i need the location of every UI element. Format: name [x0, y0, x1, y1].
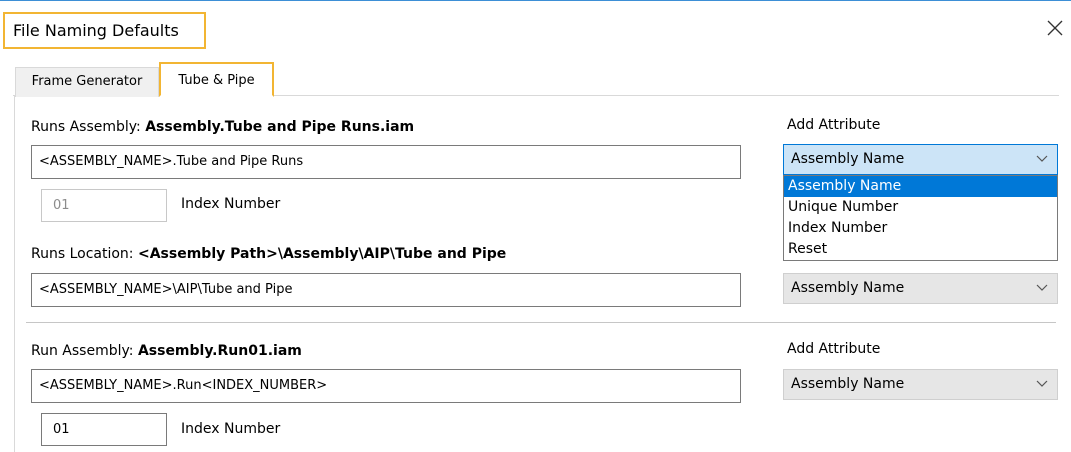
- run-assembly-preview: Assembly.Run01.iam: [137, 343, 302, 359]
- tab-panel-border: [14, 96, 15, 452]
- run-assembly-attribute-value: Assembly Name: [791, 376, 905, 392]
- runs-assembly-index-label: Index Number: [181, 196, 281, 212]
- runs-assembly-index-input[interactable]: 01: [41, 189, 167, 222]
- dropdown-option-unique-number[interactable]: Unique Number: [784, 197, 1057, 218]
- runs-location-preview: <Assembly Path>\Assembly\AIP\Tube and Pi…: [137, 246, 507, 262]
- runs-assembly-attribute-value: Assembly Name: [791, 151, 905, 167]
- runs-assembly-template-input[interactable]: <ASSEMBLY_NAME>.Tube and Pipe Runs: [31, 145, 741, 179]
- runs-assembly-label: Runs Assembly:: [31, 119, 141, 135]
- run-assembly-template-input[interactable]: <ASSEMBLY_NAME>.Run<INDEX_NUMBER>: [31, 369, 741, 403]
- runs-location-attribute-select[interactable]: Assembly Name: [783, 273, 1058, 304]
- run-assembly-attribute-select[interactable]: Assembly Name: [783, 369, 1058, 400]
- run-assembly-label: Run Assembly:: [31, 343, 134, 359]
- runs-assembly-attribute-select[interactable]: Assembly Name: [783, 144, 1058, 175]
- run-assembly-heading: Run Assembly: Assembly.Run01.iam: [31, 343, 302, 359]
- runs-location-label: Runs Location:: [31, 246, 134, 262]
- dialog-title: File Naming Defaults: [3, 12, 206, 49]
- runs-location-template-input[interactable]: <ASSEMBLY_NAME>\AIP\Tube and Pipe: [31, 273, 741, 307]
- run-assembly-index-label: Index Number: [181, 421, 281, 437]
- runs-location-heading: Runs Location: <Assembly Path>\Assembly\…: [31, 246, 506, 262]
- runs-assembly-heading: Runs Assembly: Assembly.Tube and Pipe Ru…: [31, 119, 414, 135]
- section-separator: [26, 322, 1056, 323]
- attribute-dropdown-list: Assembly Name Unique Number Index Number…: [783, 175, 1058, 261]
- runs-assembly-add-attribute-label: Add Attribute: [787, 117, 881, 133]
- window-top-border: [0, 0, 1071, 1]
- tab-frame-generator[interactable]: Frame Generator: [15, 67, 159, 97]
- run-assembly-add-attribute-label: Add Attribute: [787, 341, 881, 357]
- chevron-down-icon: [1036, 380, 1048, 387]
- chevron-down-icon: [1036, 284, 1048, 291]
- close-icon[interactable]: [1044, 17, 1066, 39]
- run-assembly-index-input[interactable]: 01: [41, 413, 167, 446]
- runs-assembly-preview: Assembly.Tube and Pipe Runs.iam: [145, 119, 415, 135]
- chevron-down-icon: [1036, 155, 1048, 162]
- dropdown-option-assembly-name[interactable]: Assembly Name: [784, 176, 1057, 197]
- tab-tube-and-pipe[interactable]: Tube & Pipe: [159, 62, 274, 97]
- runs-location-attribute-value: Assembly Name: [791, 280, 905, 296]
- dropdown-option-index-number[interactable]: Index Number: [784, 218, 1057, 239]
- dropdown-option-reset[interactable]: Reset: [784, 239, 1057, 260]
